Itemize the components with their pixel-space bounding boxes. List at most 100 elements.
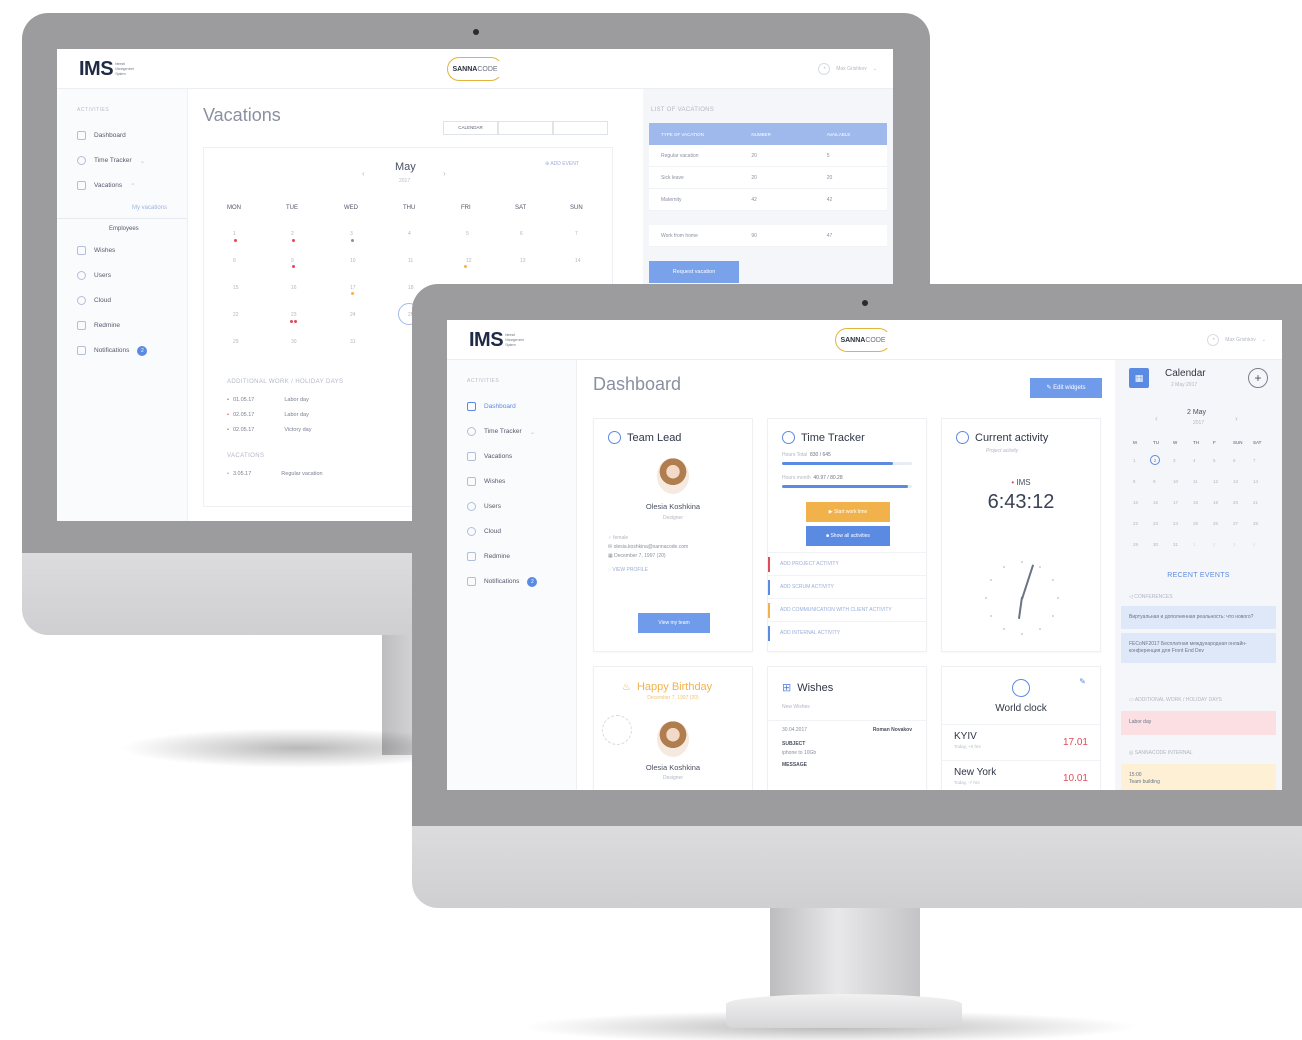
calendar-day[interactable]: 2 bbox=[291, 231, 294, 237]
prev-month-button[interactable]: ‹ bbox=[1155, 414, 1158, 423]
user-menu[interactable]: ◔ Max Grishkov ⌄ bbox=[1207, 334, 1266, 346]
sidebar-item-redmine[interactable]: Redmine bbox=[447, 544, 576, 569]
sidebar-item-users[interactable]: Users bbox=[57, 263, 187, 288]
calendar-day[interactable]: 27 bbox=[1233, 521, 1238, 526]
team-lead-email[interactable]: ✉ olesia.koshkina@sannacode.com bbox=[608, 544, 752, 550]
calendar-day[interactable]: 10 bbox=[1173, 479, 1178, 484]
calendar-day[interactable]: 1 bbox=[1193, 542, 1196, 547]
bell-icon[interactable]: ◔ bbox=[1207, 334, 1220, 346]
add-project-activity[interactable]: ADD PROJECT ACTIVITY bbox=[768, 552, 926, 575]
sidebar-subitem-employees[interactable]: Employees bbox=[57, 218, 187, 238]
calendar-day[interactable]: 12 bbox=[1213, 479, 1218, 484]
calendar-day[interactable]: 9 bbox=[1153, 479, 1156, 484]
user-menu[interactable]: ◔ Max Grishkov ⌄ bbox=[818, 63, 877, 75]
sidebar-item-vacations[interactable]: Vacations bbox=[447, 444, 576, 469]
sidebar-item-redmine[interactable]: Redmine bbox=[57, 313, 187, 338]
calendar-day[interactable]: 31 bbox=[1173, 542, 1178, 547]
calendar-day[interactable]: 18 bbox=[408, 285, 414, 291]
calendar-day[interactable]: 4 bbox=[1253, 542, 1256, 547]
sidebar-item-time-tracker[interactable]: Time Tracker ⌄ bbox=[447, 419, 576, 444]
calendar-day[interactable]: 18 bbox=[1193, 500, 1198, 505]
calendar-day[interactable]: 5 bbox=[1213, 458, 1216, 463]
sidebar-item-wishes[interactable]: Wishes bbox=[447, 469, 576, 494]
calendar-day[interactable]: 30 bbox=[291, 339, 297, 345]
sidebar-item-dashboard[interactable]: Dashboard bbox=[447, 394, 576, 419]
next-month-button[interactable]: › bbox=[1235, 414, 1238, 423]
calendar-day[interactable]: 14 bbox=[1253, 479, 1258, 484]
calendar-day[interactable]: 11 bbox=[1193, 479, 1198, 484]
sidebar-item-cloud[interactable]: Cloud bbox=[57, 288, 187, 313]
calendar-day[interactable]: 7 bbox=[575, 231, 578, 237]
calendar-day[interactable]: 5 bbox=[466, 231, 469, 237]
calendar-day[interactable]: 22 bbox=[1133, 521, 1138, 526]
calendar-day[interactable]: 29 bbox=[233, 339, 239, 345]
calendar-day[interactable]: 8 bbox=[1133, 479, 1136, 484]
calendar-day[interactable]: 10 bbox=[350, 258, 356, 264]
calendar-day[interactable]: 9 bbox=[291, 258, 294, 264]
calendar-day[interactable]: 15 bbox=[233, 285, 239, 291]
calendar-day[interactable]: 16 bbox=[291, 285, 297, 291]
sidebar-item-cloud[interactable]: Cloud bbox=[447, 519, 576, 544]
view-my-team-button[interactable]: View my team bbox=[638, 613, 710, 633]
add-scrum-activity[interactable]: ADD SCRUM ACTIVITY bbox=[768, 575, 926, 598]
show-activities-button[interactable]: ■ Show all activities bbox=[806, 526, 890, 546]
calendar-day[interactable]: 13 bbox=[1233, 479, 1238, 484]
prev-month-button[interactable]: ‹ bbox=[362, 169, 365, 178]
calendar-day[interactable]: 6 bbox=[520, 231, 523, 237]
calendar-day[interactable]: 12 bbox=[466, 258, 472, 264]
add-event-button[interactable]: + bbox=[1248, 368, 1268, 388]
calendar-day[interactable]: 13 bbox=[520, 258, 526, 264]
sidebar-item-notifications[interactable]: Notifications 2 bbox=[57, 338, 187, 363]
sidebar-item-users[interactable]: Users bbox=[447, 494, 576, 519]
calendar-day[interactable]: 31 bbox=[350, 339, 356, 345]
bell-icon[interactable]: ◔ bbox=[818, 63, 831, 75]
event-card[interactable]: Виртуальная и дополненная реальность: чт… bbox=[1121, 606, 1276, 629]
calendar-day[interactable]: 15 bbox=[1133, 500, 1138, 505]
calendar-day[interactable]: 6 bbox=[1233, 458, 1236, 463]
next-month-button[interactable]: › bbox=[443, 169, 446, 178]
calendar-day[interactable]: 23 bbox=[291, 312, 297, 318]
calendar-day[interactable]: 24 bbox=[350, 312, 356, 318]
calendar-day[interactable]: 7 bbox=[1253, 458, 1256, 463]
sidebar-item-vacations[interactable]: Vacations ⌃ bbox=[57, 173, 187, 198]
calendar-day[interactable]: 3 bbox=[1233, 542, 1236, 547]
edit-icon[interactable]: ✎ bbox=[1079, 677, 1086, 686]
calendar-day[interactable]: 30 bbox=[1153, 542, 1158, 547]
tab-other[interactable] bbox=[553, 121, 608, 135]
calendar-day[interactable]: 28 bbox=[1253, 521, 1258, 526]
tab-list[interactable] bbox=[498, 121, 553, 135]
view-profile-link[interactable]: ◌ VIEW PROFILE bbox=[608, 567, 752, 573]
sidebar-item-time-tracker[interactable]: Time Tracker ⌄ bbox=[57, 148, 187, 173]
calendar-day[interactable]: 2 bbox=[1213, 542, 1216, 547]
calendar-day[interactable]: 4 bbox=[408, 231, 411, 237]
calendar-day[interactable]: 3 bbox=[350, 231, 353, 237]
calendar-day[interactable]: 25 bbox=[1193, 521, 1198, 526]
calendar-day[interactable]: 11 bbox=[408, 258, 413, 264]
tab-calendar[interactable]: CALENDAR bbox=[443, 121, 498, 135]
calendar-day[interactable]: 8 bbox=[233, 258, 236, 264]
sidebar-item-notifications[interactable]: Notifications 2 bbox=[447, 569, 576, 594]
edit-widgets-button[interactable]: ✎ Edit widgets bbox=[1030, 378, 1102, 398]
calendar-day[interactable]: 23 bbox=[1153, 521, 1158, 526]
calendar-day[interactable]: 26 bbox=[1213, 521, 1218, 526]
sidebar-subitem-my-vacations[interactable]: My vacations bbox=[57, 198, 187, 218]
event-card[interactable]: Labor day bbox=[1121, 711, 1276, 735]
calendar-day[interactable]: 14 bbox=[575, 258, 581, 264]
sidebar-item-wishes[interactable]: Wishes bbox=[57, 238, 187, 263]
ims-logo[interactable]: IMS Internal Management System bbox=[79, 58, 143, 81]
calendar-day[interactable]: 17 bbox=[1173, 500, 1178, 505]
calendar-day[interactable]: 2 bbox=[1150, 455, 1160, 465]
calendar-day[interactable]: 21 bbox=[1253, 500, 1258, 505]
calendar-day[interactable]: 4 bbox=[1193, 458, 1196, 463]
calendar-day[interactable]: 29 bbox=[1133, 542, 1138, 547]
calendar-day[interactable]: 3 bbox=[1173, 458, 1176, 463]
event-card[interactable]: FECoNF2017 Бесплатная международная онла… bbox=[1121, 633, 1276, 663]
calendar-day[interactable]: 1 bbox=[233, 231, 236, 237]
start-work-button[interactable]: ▶ Start work time bbox=[806, 502, 890, 522]
sidebar-item-dashboard[interactable]: Dashboard bbox=[57, 123, 187, 148]
ims-logo[interactable]: IMS Internal Management System bbox=[469, 329, 533, 352]
calendar-day[interactable]: 1 bbox=[1133, 458, 1136, 463]
calendar-day[interactable]: 19 bbox=[1213, 500, 1218, 505]
add-event-button[interactable]: ⊕ ADD EVENT bbox=[545, 161, 579, 167]
calendar-day[interactable]: 20 bbox=[1233, 500, 1238, 505]
